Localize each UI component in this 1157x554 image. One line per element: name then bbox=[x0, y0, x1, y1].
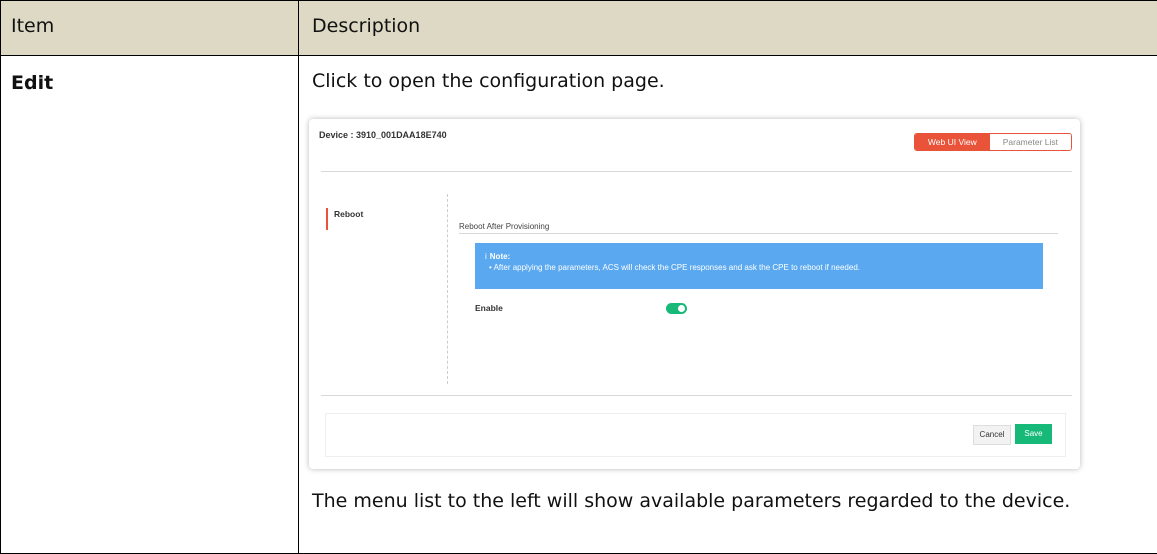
item-cell: Edit bbox=[0, 55, 299, 554]
menu-divider bbox=[447, 194, 448, 384]
cancel-button[interactable]: Cancel bbox=[973, 425, 1011, 445]
save-button[interactable]: Save bbox=[1015, 424, 1052, 444]
header-cell-item: Item bbox=[0, 0, 299, 56]
tab-web-ui-view[interactable]: Web UI View bbox=[914, 134, 990, 150]
header-description-label: Description bbox=[312, 15, 421, 37]
section-title: Reboot After Provisioning bbox=[459, 222, 550, 231]
note-text: • After applying the parameters, ACS wil… bbox=[489, 263, 861, 272]
table-row: Edit Click to open the configuration pag… bbox=[0, 55, 1157, 554]
enable-toggle[interactable] bbox=[666, 303, 687, 314]
device-title: Device : 3910_001DAA18E740 bbox=[319, 130, 447, 140]
description-outro: The menu list to the left will show avai… bbox=[312, 490, 1071, 512]
info-icon: i bbox=[485, 252, 487, 261]
note-title-text: Note: bbox=[489, 252, 511, 261]
menu-item-reboot[interactable]: Reboot bbox=[334, 209, 363, 219]
description-intro: Click to open the configuration page. bbox=[312, 70, 665, 92]
note-box: i Note: • After applying the parameters, … bbox=[475, 243, 1043, 289]
toggle-knob bbox=[678, 305, 685, 312]
header-item-label: Item bbox=[11, 15, 55, 37]
table-header-row: Item Description bbox=[0, 0, 1157, 56]
config-page-screenshot: Device : 3910_001DAA18E740 Web UI View P… bbox=[309, 119, 1080, 469]
tab-parameter-list[interactable]: Parameter List bbox=[989, 134, 1071, 150]
section-divider bbox=[459, 233, 1058, 234]
footer-bar bbox=[325, 413, 1066, 457]
view-toggle: Web UI View Parameter List bbox=[913, 133, 1072, 151]
description-cell: Click to open the configuration page. De… bbox=[298, 55, 1157, 554]
divider bbox=[321, 171, 1072, 172]
description-table: Item Description Edit Click to open the … bbox=[0, 0, 1157, 554]
header-cell-description: Description bbox=[298, 0, 1157, 56]
enable-label: Enable bbox=[475, 303, 503, 313]
note-title: i Note: bbox=[485, 252, 510, 261]
item-name: Edit bbox=[11, 72, 54, 94]
divider bbox=[321, 395, 1072, 396]
active-menu-marker bbox=[326, 208, 328, 230]
